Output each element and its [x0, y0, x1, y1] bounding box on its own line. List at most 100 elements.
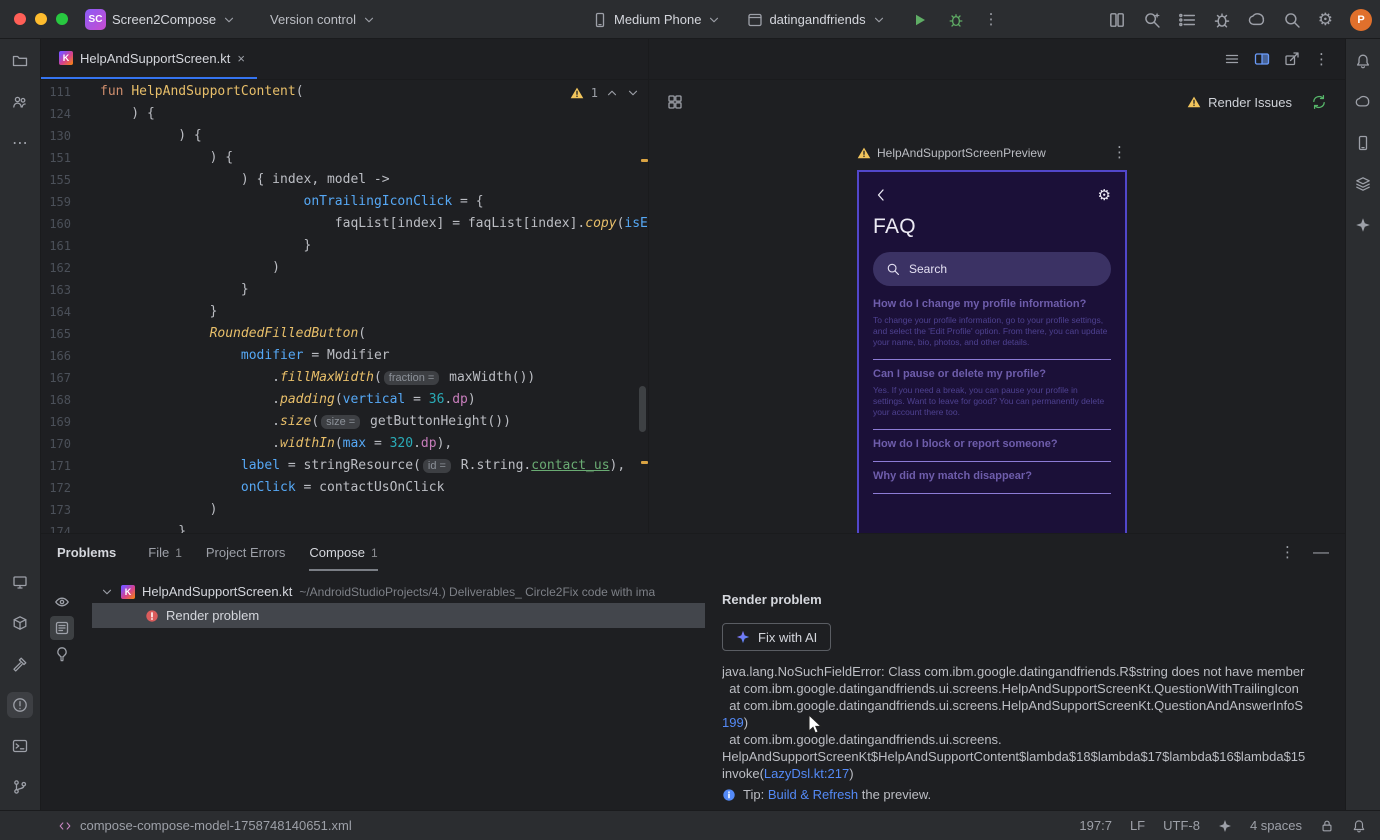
- dependencies-icon[interactable]: [7, 610, 33, 636]
- grid-view-icon[interactable]: [667, 94, 683, 110]
- minimize-window-button[interactable]: [35, 13, 47, 25]
- lightbulb-icon: [54, 646, 70, 662]
- run-config-selector[interactable]: datingandfriends: [769, 12, 865, 27]
- settings-icon[interactable]: ⚙: [1318, 11, 1333, 28]
- hide-panel-icon[interactable]: —: [1313, 544, 1329, 562]
- build-icon[interactable]: [7, 651, 33, 677]
- bell-icon: [1355, 53, 1371, 69]
- window-controls: [14, 13, 68, 25]
- user-avatar[interactable]: P: [1350, 8, 1372, 31]
- detach-editor-icon[interactable]: [1284, 51, 1300, 67]
- phone-preview[interactable]: ⚙ FAQ Search How do I change my profile …: [857, 170, 1127, 533]
- expand-chevron-icon[interactable]: [100, 585, 114, 599]
- warning-icon: [857, 146, 871, 160]
- preview-tab-strip: ⋮: [649, 39, 1345, 80]
- build-refresh-link[interactable]: Build & Refresh: [768, 787, 858, 802]
- run-button[interactable]: [912, 12, 928, 28]
- refresh-preview-icon[interactable]: [1311, 94, 1327, 110]
- code-lines: 111 fun HelpAndSupportContent(124 ) {130 …: [41, 81, 648, 533]
- line-number: 174: [49, 525, 71, 533]
- users-tool-icon[interactable]: [7, 89, 33, 115]
- problems-title: Problems: [57, 545, 117, 560]
- line-ending[interactable]: LF: [1130, 818, 1145, 833]
- close-tab-icon[interactable]: ×: [237, 52, 245, 65]
- editor-tab[interactable]: K HelpAndSupportScreen.kt ×: [41, 39, 257, 79]
- panel-options-icon[interactable]: ⋮: [1280, 545, 1295, 560]
- more-actions-icon[interactable]: ⋮: [984, 12, 999, 27]
- stack-link[interactable]: 199: [722, 715, 744, 730]
- inspection-widget[interactable]: 1: [570, 86, 640, 100]
- build-variants-icon[interactable]: [1350, 171, 1376, 197]
- render-issues[interactable]: Render Issues: [1187, 94, 1327, 110]
- indent-setting[interactable]: 4 spaces: [1250, 818, 1302, 833]
- gradle-sync-icon[interactable]: [1248, 11, 1266, 29]
- faq-question: How do I change my profile information?: [873, 298, 1087, 310]
- next-issue-icon[interactable]: [626, 86, 640, 100]
- code-line: 172 onClick = contactUsOnClick: [41, 477, 648, 499]
- fix-with-ai-button[interactable]: Fix with AI: [722, 623, 832, 651]
- problems-header: Problems File 1 Project Errors Compose 1 ⋮ —: [41, 534, 1345, 571]
- terminal-tool-icon[interactable]: [7, 733, 33, 759]
- notifications-icon[interactable]: [1352, 819, 1366, 833]
- line-number: 124: [49, 107, 71, 121]
- back-icon: [873, 187, 889, 203]
- phone-icon: [1355, 135, 1371, 151]
- problems-tool-icon[interactable]: [7, 692, 33, 718]
- close-window-button[interactable]: [14, 13, 26, 25]
- previous-issue-icon[interactable]: [605, 86, 619, 100]
- problems-file-row[interactable]: K HelpAndSupportScreen.kt ~/AndroidStudi…: [100, 579, 746, 604]
- editor-list-icon[interactable]: [1224, 51, 1240, 67]
- line-number: 166: [49, 349, 71, 363]
- mouse-cursor: [806, 713, 823, 736]
- code-line: 111 fun HelpAndSupportContent(: [41, 81, 648, 103]
- preview-options-icon[interactable]: ⋮: [1112, 145, 1127, 160]
- warning-stripe-mark[interactable]: [641, 159, 648, 162]
- line-number: 162: [49, 261, 71, 275]
- device-selector[interactable]: Medium Phone: [614, 12, 701, 27]
- tab-file[interactable]: File 1: [148, 534, 182, 571]
- editor-options-icon[interactable]: ⋮: [1314, 52, 1329, 67]
- tab-compose[interactable]: Compose 1: [309, 534, 378, 571]
- debug-button[interactable]: [948, 12, 964, 28]
- zoom-window-button[interactable]: [56, 13, 68, 25]
- tip-prefix: Tip:: [743, 787, 768, 802]
- more-tool-windows-icon[interactable]: ⋯: [7, 130, 33, 156]
- code-line: 168 .padding(vertical = 36.dp): [41, 389, 648, 411]
- compare-icon[interactable]: [1108, 11, 1126, 29]
- preview-visibility-icon[interactable]: [50, 590, 74, 614]
- stack-link[interactable]: LazyDsl.kt:217: [764, 766, 849, 781]
- code-editor[interactable]: 111 fun HelpAndSupportContent(124 ) {130 …: [41, 81, 648, 533]
- details-view-icon[interactable]: [50, 616, 74, 640]
- quick-fix-icon[interactable]: [50, 642, 74, 666]
- render-problem-label: Render problem: [166, 608, 260, 623]
- tab-project-errors[interactable]: Project Errors: [206, 534, 285, 571]
- android-studio-window: SC Screen2Compose Version control Medium…: [0, 0, 1380, 840]
- running-devices-icon[interactable]: [7, 569, 33, 595]
- editor-scrollbar[interactable]: [639, 386, 646, 432]
- version-control-tool-icon[interactable]: [7, 774, 33, 800]
- profiler-icon[interactable]: [1213, 11, 1231, 29]
- line-number: 160: [49, 217, 71, 231]
- monitor-icon: [12, 574, 28, 590]
- version-control-menu[interactable]: Version control: [270, 0, 376, 39]
- ai-status-icon[interactable]: [1218, 819, 1232, 833]
- warning-stripe-mark[interactable]: [641, 461, 648, 464]
- cursor-position[interactable]: 197:7: [1079, 818, 1112, 833]
- lock-icon[interactable]: [1320, 819, 1334, 833]
- file-encoding[interactable]: UTF-8: [1163, 818, 1200, 833]
- gradle-tool-icon[interactable]: [1350, 89, 1376, 115]
- device-manager-icon[interactable]: [1350, 130, 1376, 156]
- project-selector[interactable]: SC Screen2Compose: [85, 0, 236, 39]
- search-everywhere-icon[interactable]: [1283, 11, 1301, 29]
- ai-search-icon[interactable]: [1143, 11, 1161, 29]
- split-editor-icon[interactable]: [1254, 51, 1270, 67]
- render-problem-row[interactable]: Render problem: [92, 603, 705, 628]
- project-tool-icon[interactable]: [7, 48, 33, 74]
- gemini-icon[interactable]: [1350, 212, 1376, 238]
- notifications-icon[interactable]: [1350, 48, 1376, 74]
- statusbar-file-name: compose-compose-model-1758748140651.xml: [80, 818, 352, 833]
- xml-file-icon: [58, 819, 72, 833]
- warning-count: 1: [590, 86, 598, 100]
- todo-list-icon[interactable]: [1178, 11, 1196, 29]
- divider: [873, 493, 1111, 494]
